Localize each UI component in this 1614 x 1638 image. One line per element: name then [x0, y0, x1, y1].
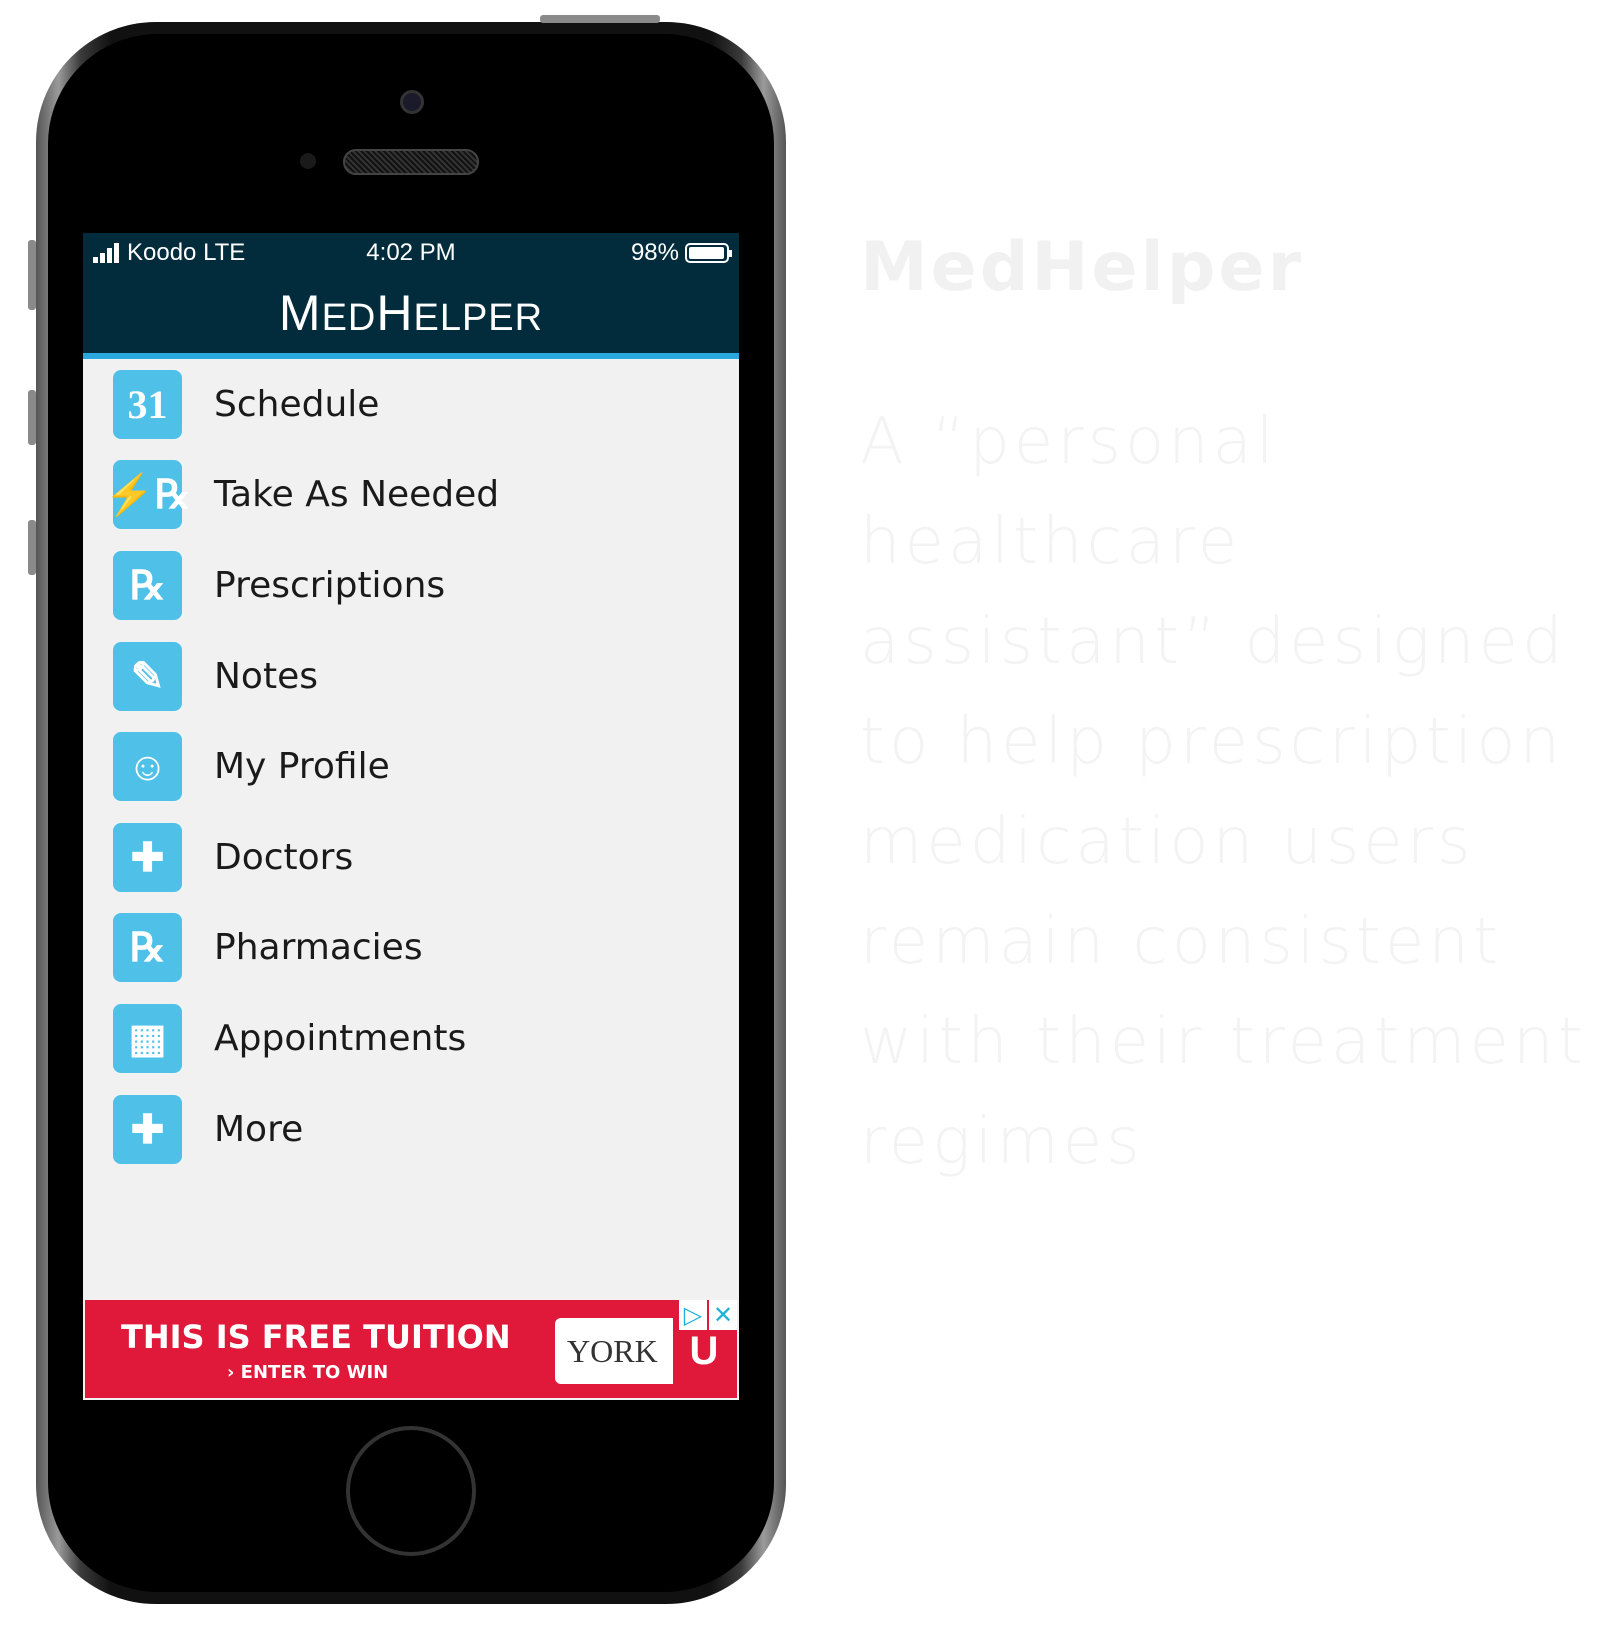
volume-up-button: [28, 390, 36, 445]
main-menu: 31 Schedule ⚡℞ Take As Needed ℞ Prescriptions…: [83, 359, 739, 1174]
menu-item-label: Schedule: [214, 383, 380, 425]
menu-item-pharmacies[interactable]: ℞ Pharmacies: [83, 903, 739, 994]
app-screen: Koodo LTE 4:02 PM 98% MEDHELPER 31 Schedu…: [83, 233, 739, 1400]
rx-lightning-icon: ⚡℞: [105, 460, 190, 530]
menu-item-schedule[interactable]: 31 Schedule: [83, 359, 739, 450]
calendar-31-icon: 31: [113, 369, 182, 439]
menu-item-appointments[interactable]: ▦ Appointments: [83, 993, 739, 1084]
menu-item-my-profile[interactable]: ☺ My Profile: [83, 721, 739, 812]
rx-icon: ℞: [113, 550, 182, 620]
ad-banner[interactable]: THIS IS FREE TUITION › ENTER TO WIN YORK…: [85, 1300, 737, 1398]
menu-item-doctors[interactable]: ✚ Doctors: [83, 812, 739, 903]
menu-item-label: My Profile: [214, 746, 390, 788]
menu-item-label: More: [214, 1108, 304, 1150]
menu-item-label: Take As Needed: [214, 474, 500, 516]
mute-switch: [28, 240, 36, 310]
york-logo: YORK U: [555, 1318, 735, 1384]
promo-description: A “personal healthcare assistant” design…: [860, 405, 1587, 1179]
profile-icon: ☺: [113, 732, 182, 802]
proximity-sensor: [300, 153, 316, 169]
status-bar: Koodo LTE 4:02 PM 98%: [83, 233, 739, 273]
ad-close-button[interactable]: ✕: [709, 1300, 737, 1330]
menu-item-notes[interactable]: ✎ Notes: [83, 631, 739, 722]
menu-item-take-as-needed[interactable]: ⚡℞ Take As Needed: [83, 450, 739, 541]
menu-item-prescriptions[interactable]: ℞ Prescriptions: [83, 540, 739, 631]
pharmacy-house-icon: ℞: [113, 913, 182, 983]
ad-headline: THIS IS FREE TUITION: [121, 1318, 511, 1356]
ad-subline[interactable]: › ENTER TO WIN: [227, 1362, 388, 1383]
volume-down-button: [28, 520, 36, 575]
menu-item-more[interactable]: ✚ More: [83, 1084, 739, 1175]
menu-item-label: Prescriptions: [214, 564, 446, 606]
notepad-pencil-icon: ✎: [113, 641, 182, 711]
home-button[interactable]: [346, 1426, 476, 1556]
menu-item-label: Notes: [214, 655, 318, 697]
menu-item-label: Pharmacies: [214, 927, 423, 969]
clock: 4:02 PM: [366, 239, 456, 266]
plus-icon: ✚: [113, 1094, 182, 1164]
earpiece-speaker: [343, 149, 479, 175]
app-header: MEDHELPER: [83, 273, 739, 359]
menu-item-label: Appointments: [214, 1017, 467, 1059]
adchoices-icon[interactable]: ▷: [679, 1300, 707, 1330]
promo-title: MedHelper: [860, 228, 1305, 307]
calendar-grid-icon: ▦: [113, 1003, 182, 1073]
power-button: [540, 15, 660, 23]
battery-icon: [685, 243, 732, 263]
front-camera: [400, 90, 424, 114]
app-title: MEDHELPER: [278, 285, 544, 341]
menu-item-label: Doctors: [214, 836, 354, 878]
medical-kit-icon: ✚: [113, 822, 182, 892]
